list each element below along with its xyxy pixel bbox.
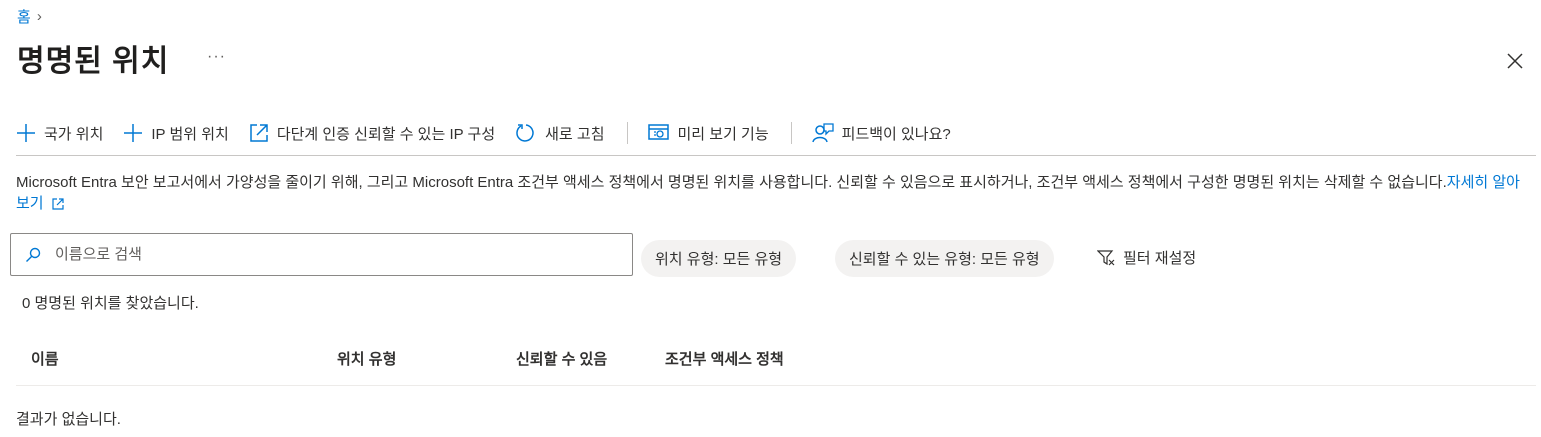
configure-mfa-trusted-ips-button[interactable]: 다단계 인증 신뢰할 수 있는 IP 구성	[249, 123, 495, 144]
column-header-name[interactable]: 이름	[31, 348, 59, 369]
toolbar-divider-line	[16, 155, 1536, 156]
plus-icon	[124, 124, 143, 142]
column-header-location-type[interactable]: 위치 유형	[337, 348, 396, 369]
preview-features-label: 미리 보기 기능	[677, 125, 769, 143]
command-bar: 국가 위치 IP 범위 위치 다단계 인증 신뢰할 수 있는 IP 구성 새로 …	[16, 118, 971, 148]
breadcrumb-home-link[interactable]: 홈	[17, 6, 31, 27]
add-country-location-button[interactable]: 국가 위치	[16, 123, 103, 144]
feedback-button[interactable]: 피드백이 있나요?	[811, 122, 951, 144]
add-country-location-label: 국가 위치	[44, 125, 104, 143]
refresh-button[interactable]: 새로 고침	[515, 122, 605, 144]
breadcrumb: 홈 ›	[17, 6, 42, 27]
empty-results-message: 결과가 없습니다.	[16, 411, 121, 428]
more-options-button[interactable]: ···	[207, 48, 226, 66]
column-header-trusted[interactable]: 신뢰할 수 있음	[516, 348, 607, 369]
trusted-type-filter-pill[interactable]: 신뢰할 수 있는 유형: 모든 유형	[835, 240, 1054, 277]
feedback-icon	[811, 123, 834, 143]
info-text: Microsoft Entra 보안 보고서에서 가양성을 줄이기 위해, 그리…	[16, 174, 1447, 191]
open-external-icon	[250, 124, 268, 142]
search-box	[10, 233, 633, 276]
close-icon[interactable]	[1504, 50, 1526, 72]
configure-mfa-trusted-ips-label: 다단계 인증 신뢰할 수 있는 IP 구성	[276, 125, 496, 143]
feedback-label: 피드백이 있나요?	[841, 125, 951, 143]
plus-icon	[17, 124, 35, 142]
breadcrumb-separator: ›	[36, 8, 42, 25]
result-count: 0 명명된 위치를 찾았습니다.	[22, 295, 199, 312]
location-type-filter-pill[interactable]: 위치 유형: 모든 유형	[641, 240, 797, 277]
toolbar-divider	[626, 122, 628, 144]
filter-reset-icon	[1097, 249, 1115, 265]
preview-features-button[interactable]: 미리 보기 기능	[647, 123, 769, 144]
add-ip-range-location-button[interactable]: IP 범위 위치	[123, 123, 229, 144]
refresh-icon	[516, 124, 534, 142]
column-header-conditional-access-policy[interactable]: 조건부 액세스 정책	[665, 348, 784, 369]
page-title: 명명된 위치	[17, 45, 170, 78]
search-input[interactable]	[53, 245, 597, 264]
add-ip-range-location-label: IP 범위 위치	[151, 125, 229, 143]
preview-features-icon	[647, 124, 669, 140]
refresh-label: 새로 고침	[545, 125, 605, 143]
table-header: 이름 위치 유형 신뢰할 수 있음 조건부 액세스 정책	[16, 340, 1536, 386]
info-description: Microsoft Entra 보안 보고서에서 가양성을 줄이기 위해, 그리…	[16, 172, 1526, 214]
search-icon	[26, 247, 41, 262]
toolbar-divider	[790, 122, 792, 144]
external-link-icon	[52, 198, 64, 210]
reset-filters-label: 필터 재설정	[1123, 250, 1197, 267]
reset-filters-button[interactable]: 필터 재설정	[1097, 247, 1196, 268]
